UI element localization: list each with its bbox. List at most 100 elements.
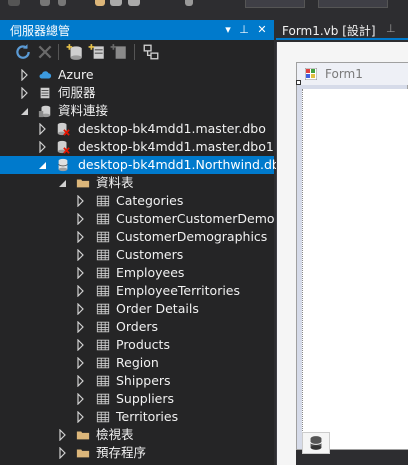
tab-form1-designer[interactable]: Form1.vb [設計] ⊥ (276, 20, 408, 40)
table-icon (96, 285, 110, 297)
tree-node-table[interactable]: Orders (0, 318, 274, 336)
tab-pin-icon[interactable]: ⊥ (386, 22, 396, 35)
tree-node-connection-selected[interactable]: desktop-bk4mdd1.Northwind.dbo (0, 156, 287, 174)
tree-node-label: 資料表 (96, 175, 134, 190)
expand-arrow-icon[interactable] (76, 321, 86, 333)
save-icon[interactable] (110, 0, 122, 6)
toolbar-separator (58, 44, 59, 60)
tree-node-table[interactable]: Categories (0, 192, 274, 210)
tree-node-label: desktop-bk4mdd1.master.dbo1 (78, 139, 274, 154)
collapse-arrow-icon[interactable] (38, 159, 48, 171)
expand-arrow-icon[interactable] (76, 285, 86, 297)
undo-icon[interactable] (185, 0, 193, 6)
tree-node-label: Products (116, 337, 170, 352)
tree-node-table[interactable]: CustomerDemographics (0, 228, 274, 246)
tree-node-table[interactable]: Products (0, 336, 274, 354)
panel-toolbar (0, 40, 274, 64)
expand-arrow-icon[interactable] (58, 447, 68, 459)
tree-node-label: CustomerDemographics (116, 229, 268, 244)
tree-node-table[interactable]: CustomerCustomerDemo (0, 210, 275, 228)
expand-arrow-icon[interactable] (76, 231, 86, 243)
tree-node-label: Customers (116, 247, 184, 262)
connect-to-database-icon[interactable] (66, 43, 84, 61)
table-icon (96, 339, 110, 351)
tree-node-label: Region (116, 355, 159, 370)
tree-node-table[interactable]: Customers (0, 246, 274, 264)
window-position-dropdown-icon[interactable]: ▾ (220, 21, 236, 39)
data-sources-icon[interactable] (302, 432, 330, 454)
table-icon (96, 375, 110, 387)
table-icon (96, 267, 110, 279)
tree-node-label: CustomerCustomerDemo (116, 211, 275, 226)
expand-arrow-icon[interactable] (76, 213, 86, 225)
expand-arrow-icon[interactable] (58, 429, 68, 441)
expand-arrow-icon[interactable] (38, 141, 48, 153)
form-client-area[interactable] (302, 89, 408, 449)
close-panel-icon[interactable]: ✕ (254, 21, 270, 39)
toolbar-icon[interactable] (58, 0, 66, 6)
tree-node-table[interactable]: Region (0, 354, 274, 372)
tree-node-tables-folder[interactable]: 資料表 (0, 174, 274, 192)
tree-node-table[interactable]: EmployeeTerritories (0, 282, 274, 300)
properties-icon[interactable] (142, 43, 160, 61)
expand-arrow-icon[interactable] (20, 87, 30, 99)
folder-icon (76, 449, 90, 458)
folder-icon (76, 179, 90, 188)
disconnected-database-icon (57, 140, 70, 154)
tree-node-label: Suppliers (116, 391, 175, 406)
expand-arrow-icon[interactable] (76, 411, 86, 423)
resize-handle[interactable] (296, 80, 301, 85)
folder-icon (76, 431, 90, 440)
platform-dropdown[interactable] (318, 0, 388, 8)
tree-node-stored-procedures-folder[interactable]: 預存程序 (0, 444, 274, 462)
tree-node-views-folder[interactable]: 檢視表 (0, 426, 274, 444)
form-icon (305, 68, 317, 80)
toolbar-separator (134, 44, 135, 60)
toolbar-icon[interactable] (40, 0, 50, 6)
tree-node-data-connections[interactable]: 資料連接 (0, 102, 274, 120)
tree-node-label: 資料連接 (58, 103, 109, 118)
save-all-icon[interactable] (128, 0, 140, 6)
expand-arrow-icon[interactable] (76, 303, 86, 315)
tree-node-label: Orders (116, 319, 159, 334)
tree-node-azure[interactable]: Azure (0, 66, 274, 84)
toolbar-icon[interactable] (8, 0, 20, 6)
collapse-arrow-icon[interactable] (20, 105, 30, 117)
database-icon (58, 158, 68, 172)
tree-node-label: Categories (116, 193, 184, 208)
expand-arrow-icon[interactable] (76, 339, 86, 351)
expand-arrow-icon[interactable] (76, 267, 86, 279)
tree-node-label: EmployeeTerritories (116, 283, 241, 298)
tree-node-servers[interactable]: 伺服器 (0, 84, 274, 102)
collapse-arrow-icon[interactable] (58, 177, 68, 189)
tree-node-label: 預存程序 (96, 445, 147, 460)
tree-node-table[interactable]: Shippers (0, 372, 274, 390)
tree-node-table[interactable]: Territories (0, 408, 274, 426)
form-window[interactable]: Form1 (296, 62, 408, 450)
connect-to-sharepoint-icon[interactable] (110, 43, 128, 61)
expand-arrow-icon[interactable] (38, 123, 48, 135)
tree-node-label: Territories (116, 409, 179, 424)
tree-node-table[interactable]: Order Details (0, 300, 274, 318)
tab-label: Form1.vb [設計] (282, 24, 376, 38)
table-icon (96, 357, 110, 369)
tree-node-label: desktop-bk4mdd1.master.dbo (78, 121, 266, 136)
form-titlebar: Form1 (297, 63, 408, 85)
open-folder-icon[interactable] (95, 0, 105, 6)
tree-node-table[interactable]: Employees (0, 264, 274, 282)
expand-arrow-icon[interactable] (76, 249, 86, 261)
table-icon (96, 411, 110, 423)
expand-arrow-icon[interactable] (20, 69, 30, 81)
connect-to-server-icon[interactable] (88, 43, 106, 61)
tree-node-connection[interactable]: desktop-bk4mdd1.master.dbo (0, 120, 274, 138)
refresh-icon[interactable] (14, 43, 32, 61)
auto-hide-pin-icon[interactable]: ⊥ (236, 21, 252, 39)
expand-arrow-icon[interactable] (76, 375, 86, 387)
expand-arrow-icon[interactable] (76, 393, 86, 405)
configuration-dropdown[interactable] (245, 0, 305, 8)
expand-arrow-icon[interactable] (76, 357, 86, 369)
tree-node-connection[interactable]: desktop-bk4mdd1.master.dbo1 (0, 138, 274, 156)
expand-arrow-icon[interactable] (76, 195, 86, 207)
tree-node-table[interactable]: Suppliers (0, 390, 274, 408)
stop-refresh-icon[interactable] (36, 43, 54, 61)
